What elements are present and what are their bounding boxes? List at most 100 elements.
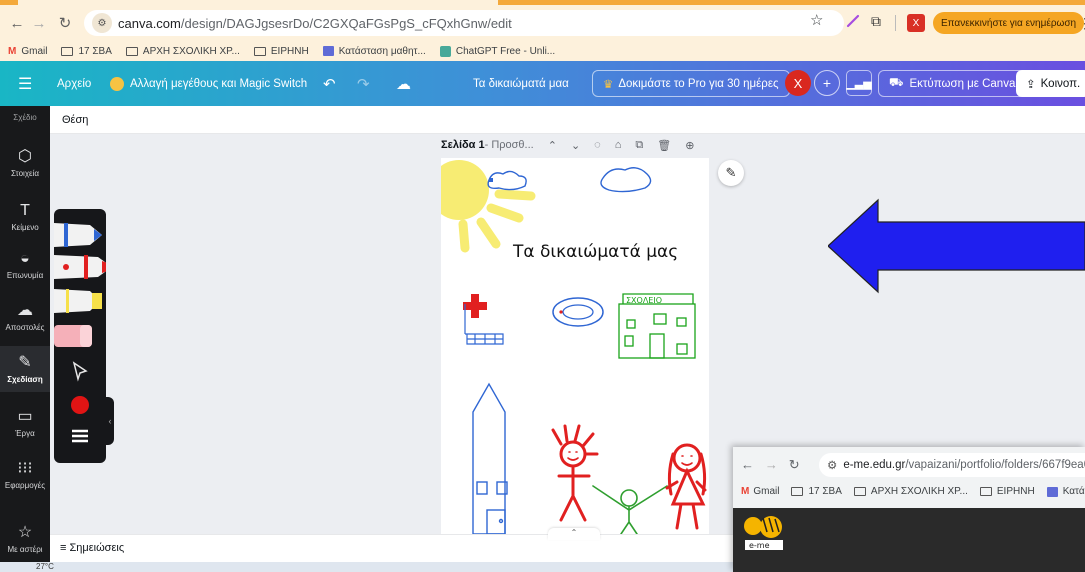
- bookmark-folder-eirini[interactable]: ΕΙΡΗΝΗ: [253, 46, 309, 57]
- forward-icon[interactable]: →: [28, 12, 50, 34]
- site-info-icon[interactable]: ⚙: [92, 13, 112, 33]
- sidebar-item-elements[interactable]: ⬡ Στοιχεία: [0, 148, 50, 182]
- chevron-down-icon[interactable]: ⌄: [571, 139, 580, 152]
- truck-icon: ⛟: [889, 77, 904, 89]
- bookmark-label[interactable]: 17 ΣΒΑ: [808, 486, 841, 497]
- redo-icon[interactable]: ↷: [357, 61, 370, 106]
- url-field[interactable]: ⚙ canva.com/design/DAGJgsesrDo/C2GXQaFGs…: [84, 10, 844, 36]
- undo-icon[interactable]: ↶: [323, 61, 336, 106]
- invite-plus-icon[interactable]: +: [814, 70, 840, 96]
- arrow-shape[interactable]: [828, 198, 1085, 294]
- bookmark-chatgpt[interactable]: ChatGPT Free - Unli...: [439, 45, 555, 57]
- add-comment-icon[interactable]: ✎: [718, 160, 744, 186]
- sidebar-item-starred[interactable]: ☆ Με αστέρι: [0, 524, 50, 558]
- sidebar-item-text[interactable]: T Κείμενο: [0, 202, 50, 236]
- file-menu[interactable]: Αρχείο: [57, 61, 91, 106]
- eraser-tool[interactable]: [54, 325, 92, 347]
- sidebar-label: Με αστέρι: [7, 545, 43, 554]
- e-me-logo[interactable]: e-me: [739, 514, 789, 552]
- hide-page-icon[interactable]: ◌: [594, 139, 601, 151]
- sidebar-label: Αποστολές: [5, 323, 45, 332]
- cloud-drawing: [489, 178, 493, 182]
- sidebar-label: Εφαρμογές: [4, 481, 46, 490]
- folder-icon: [979, 487, 992, 496]
- apps-icon: ⁝⁝⁝: [17, 460, 33, 477]
- crown-icon: [110, 76, 124, 91]
- profile-avatar[interactable]: X: [907, 14, 925, 32]
- text-icon: T: [20, 202, 30, 219]
- sidebar-label: Στοιχεία: [10, 169, 39, 178]
- second-url-field[interactable]: ⚙ e-me.edu.gr/vapaizani/portfolio/folders…: [819, 453, 1085, 477]
- folder-icon: [853, 487, 866, 496]
- sidebar-item-projects[interactable]: ▭ Έργα: [0, 408, 50, 442]
- bookmark-star-icon[interactable]: ☆: [810, 11, 823, 29]
- share-button[interactable]: ⇪ Κοινοπ.: [1016, 70, 1085, 97]
- design-page[interactable]: Τα δικαιώματά μας ΣΧΟΛΕΙΟ: [441, 158, 709, 534]
- bookmark-label[interactable]: ΕΙΡΗΝΗ: [997, 486, 1035, 497]
- marker-tool[interactable]: [54, 255, 118, 279]
- color-swatch[interactable]: [71, 396, 89, 414]
- main-menu-icon[interactable]: ☰: [18, 61, 32, 106]
- user-avatar[interactable]: X: [785, 70, 811, 96]
- highlighter-tool[interactable]: [54, 289, 102, 313]
- folder-icon: [253, 46, 266, 56]
- cloud-drawing: [487, 170, 527, 191]
- pen-extension-icon[interactable]: [846, 14, 860, 28]
- uploads-icon: ☁: [17, 302, 33, 319]
- crown-icon: ♛: [603, 78, 614, 91]
- design-title[interactable]: Τα δικαιώματά μαα: [473, 61, 569, 106]
- page-number[interactable]: Σελίδα 1: [441, 139, 485, 151]
- forward-icon[interactable]: →: [765, 457, 778, 472]
- sidebar-item-draw[interactable]: ✎ Σχεδίαση: [0, 346, 50, 392]
- bookmark-label[interactable]: Κατάστα: [1063, 486, 1085, 497]
- notes-button[interactable]: ≡ Σημειώσεις: [60, 542, 124, 554]
- expand-pages-icon[interactable]: ⌃: [548, 528, 600, 540]
- bookmark-label[interactable]: ΑΡΧΗ ΣΧΟΛΙΚΗ ΧΡ...: [871, 486, 968, 497]
- folder-icon: [791, 487, 804, 496]
- notes-label: Σημειώσεις: [69, 542, 125, 554]
- address-bar: ← → ↻ ⚙ canva.com/design/DAGJgsesrDo/C2G…: [0, 5, 1085, 41]
- print-with-canva-button[interactable]: ⛟ Εκτύπωση με Canva: [878, 70, 1027, 97]
- stroke-weight-icon[interactable]: [72, 429, 88, 443]
- family-drawing: [551, 424, 707, 534]
- chrome-menu-icon[interactable]: ⋮: [1078, 15, 1085, 32]
- sidebar-item-design[interactable]: Σχέδιο: [0, 110, 50, 136]
- back-icon[interactable]: ←: [6, 12, 28, 34]
- canva-header: ☰ Αρχείο Αλλαγή μεγέθους και Magic Switc…: [0, 61, 1085, 106]
- sidebar-item-uploads[interactable]: ☁ Αποστολές: [0, 302, 50, 336]
- add-page-icon[interactable]: ⊕: [685, 139, 694, 152]
- cloud-saved-icon[interactable]: ☁: [396, 61, 411, 106]
- select-arrow-icon[interactable]: [72, 361, 88, 382]
- lock-page-icon[interactable]: ⌂: [615, 139, 622, 151]
- bookmark-students[interactable]: Κατάσταση μαθητ...: [322, 46, 426, 57]
- position-button[interactable]: Θέση: [62, 114, 88, 126]
- extensions-icon[interactable]: ⧉: [871, 13, 881, 30]
- duplicate-page-icon[interactable]: ⧉: [635, 139, 643, 152]
- bookmark-folder-17sva[interactable]: 17 ΣΒΑ: [61, 46, 112, 57]
- second-browser-window[interactable]: ← → ↻ ⚙ e-me.edu.gr/vapaizani/portfolio/f…: [733, 447, 1085, 572]
- resize-button[interactable]: Αλλαγή μεγέθους και Magic Switch: [110, 61, 307, 106]
- back-icon[interactable]: ←: [741, 457, 754, 472]
- reload-icon[interactable]: ↻: [54, 12, 76, 34]
- sun-drawing: [441, 160, 536, 253]
- logo-text: e-me: [749, 541, 770, 550]
- try-pro-button[interactable]: ♛ Δοκιμάστε το Pro για 30 ημέρες: [592, 70, 790, 97]
- chevron-up-icon[interactable]: ⌃: [548, 139, 557, 152]
- update-button[interactable]: Επανεκκινήστε για ενημέρωση: [933, 12, 1085, 34]
- sidebar-item-brand[interactable]: ◒ Επωνυμία: [0, 250, 50, 284]
- delete-page-icon[interactable]: 🗑: [657, 139, 671, 152]
- collapse-toolbox-icon[interactable]: ‹: [106, 397, 114, 445]
- school-sign-text: ΣΧΟΛΕΙΟ: [626, 296, 662, 305]
- sidebar-item-apps[interactable]: ⁝⁝⁝ Εφαρμογές: [0, 460, 50, 494]
- bookmark-folder-school[interactable]: ΑΡΧΗ ΣΧΟΛΙΚΗ ΧΡ...: [125, 46, 240, 57]
- gmail-icon: M: [8, 45, 17, 57]
- bookmark-gmail[interactable]: M Gmail: [8, 46, 47, 57]
- sidebar-label: Έργα: [15, 429, 35, 438]
- site-info-icon[interactable]: ⚙: [827, 458, 837, 472]
- reload-icon[interactable]: ↻: [789, 457, 800, 472]
- drawing-heading: Τα δικαιώματά μας: [512, 242, 678, 262]
- bookmark-label[interactable]: Gmail: [753, 486, 779, 497]
- page-title-placeholder[interactable]: - Προσθ...: [485, 139, 534, 151]
- pen-tool[interactable]: [54, 223, 102, 247]
- insights-chart-icon[interactable]: ▁▃▅: [846, 70, 872, 96]
